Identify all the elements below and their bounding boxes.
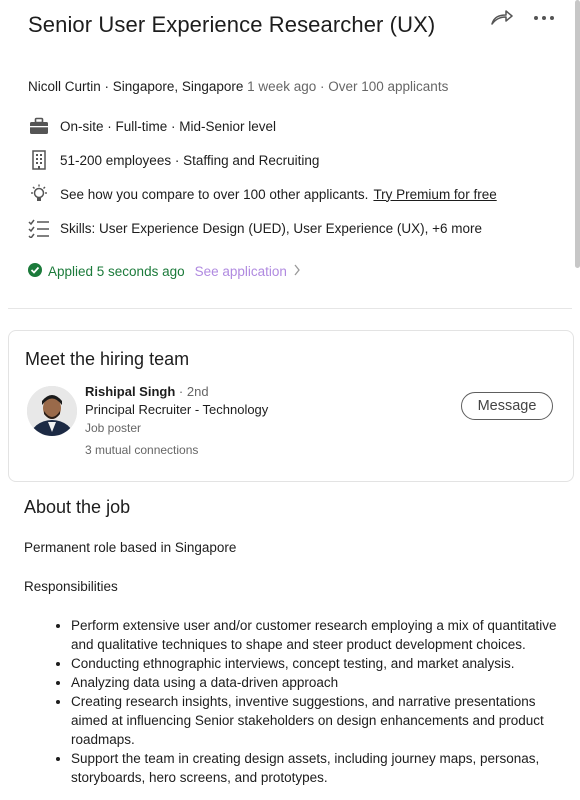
company-name[interactable]: Nicoll Curtin <box>28 79 101 94</box>
premium-link[interactable]: Try Premium for free <box>373 187 496 202</box>
list-item: Support the team in creating design asse… <box>71 749 564 787</box>
list-item: Analyzing data using a data-driven appro… <box>71 673 564 692</box>
list-item: Conducting ethnographic interviews, conc… <box>71 654 564 673</box>
job-location: Singapore, Singapore <box>112 79 244 94</box>
workplace-row: On-site · Full-time · Mid-Senior level <box>28 115 276 137</box>
share-icon[interactable] <box>490 10 514 26</box>
workplace-text: On-site · Full-time · Mid-Senior level <box>60 118 277 134</box>
recruiter-name[interactable]: Rishipal Singh <box>85 384 175 399</box>
more-icon[interactable] <box>532 10 556 26</box>
list-item: Perform extensive user and/or customer r… <box>71 616 564 654</box>
skills-row: Skills: User Experience Design (UED), Us… <box>28 217 482 239</box>
hiring-team-heading: Meet the hiring team <box>25 349 190 369</box>
company-size-text: 51-200 employees · Staffing and Recruiti… <box>60 152 320 168</box>
compare-row: See how you compare to over 100 other ap… <box>28 183 497 205</box>
posted-time: 1 week ago <box>247 79 317 94</box>
message-button[interactable]: Message <box>461 392 553 420</box>
skills-text[interactable]: Skills: User Experience Design (UED), Us… <box>60 221 482 236</box>
header-actions <box>490 10 556 26</box>
application-status: Applied 5 seconds ago See application <box>28 263 301 280</box>
job-meta: Nicoll Curtin · Singapore, Singapore 1 w… <box>28 79 449 94</box>
avatar[interactable] <box>27 386 77 436</box>
job-header: Senior User Experience Researcher (UX) <box>28 10 498 40</box>
about-heading: About the job <box>24 497 131 517</box>
responsibilities-label: Responsibilities <box>24 579 118 594</box>
company-size-row: 51-200 employees · Staffing and Recruiti… <box>28 149 319 171</box>
see-application-link[interactable]: See application <box>195 264 287 279</box>
job-title: Senior User Experience Researcher (UX) <box>28 12 436 37</box>
about-job-section: About the job Permanent role based in Si… <box>24 497 564 787</box>
list-item: Creating research insights, inventive su… <box>71 692 564 749</box>
mutual-connections[interactable]: 3 mutual connections <box>85 441 268 459</box>
applicant-count: Over 100 applicants <box>328 79 449 94</box>
about-intro: Permanent role based in Singapore <box>24 540 237 555</box>
briefcase-icon <box>28 115 50 137</box>
connection-degree: 2nd <box>186 384 209 399</box>
building-icon <box>28 149 50 171</box>
recruiter-role: Principal Recruiter - Technology <box>85 402 269 417</box>
section-divider <box>8 308 572 309</box>
lightbulb-icon <box>28 183 50 205</box>
chevron-right-icon[interactable] <box>293 264 301 279</box>
responsibilities-list: Perform extensive user and/or customer r… <box>24 616 564 787</box>
checklist-icon <box>28 217 50 239</box>
recruiter-info: Rishipal Singh · 2nd Principal Recruiter… <box>85 384 269 459</box>
applied-status-text: Applied 5 seconds ago <box>48 264 185 279</box>
hiring-team-card: Meet the hiring team Rishipal Singh · 2n… <box>8 330 574 482</box>
job-poster-label: Job poster <box>85 421 142 435</box>
compare-text: See how you compare to over 100 other ap… <box>60 186 369 202</box>
scrollbar[interactable] <box>575 0 580 268</box>
check-circle-icon <box>28 263 42 280</box>
